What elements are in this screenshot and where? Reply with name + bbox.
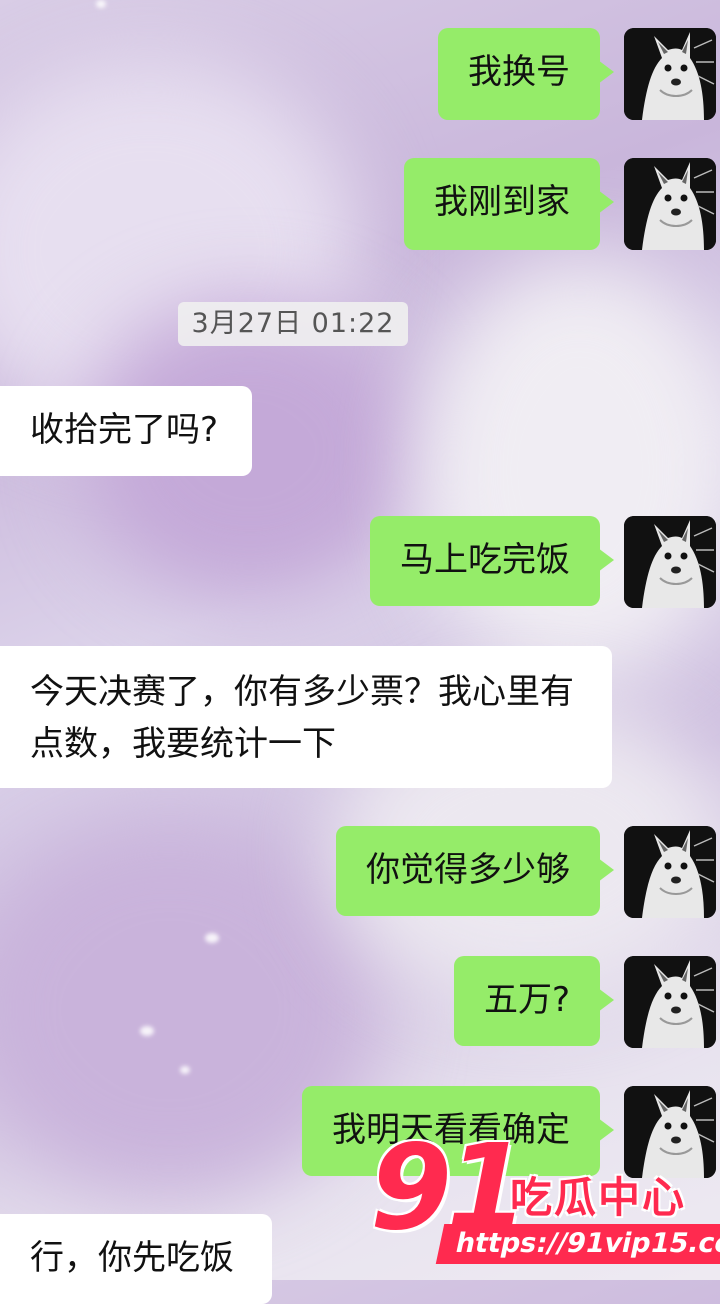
my-avatar[interactable] [624,28,716,120]
watermark-url: https://91vip15.com [435,1224,720,1264]
dog-photo-icon [624,516,716,608]
watermark-site-name: 吃瓜中心 [510,1173,687,1222]
my-message-bubble[interactable]: 你觉得多少够 [336,826,614,916]
my-avatar[interactable] [624,158,716,250]
my-message-bubble[interactable]: 五万? [453,956,615,1046]
dog-photo-icon [624,28,716,120]
dog-photo-icon [624,956,716,1048]
dog-photo-icon [624,826,716,918]
my-message-bubble[interactable]: 我刚到家 [404,158,614,250]
my-avatar[interactable] [624,516,716,608]
my-message-bubble[interactable]: 马上吃完饭 [370,516,614,606]
my-avatar[interactable] [624,956,716,1048]
my-message-bubble[interactable]: 我换号 [438,28,614,120]
watermark: 91 吃瓜中心 https://91vip15.com [370,1128,720,1280]
their-message-bubble[interactable]: 行，你先吃饭 [0,1214,272,1304]
chat-area[interactable]: 我换号 我刚到家 3月27日 01:22 收拾完了吗? 马上吃完饭 今天决赛了，… [0,0,720,1304]
their-message-bubble[interactable]: 收拾完了吗? [0,386,252,476]
timestamp: 3月27日 01:22 [178,302,408,346]
my-avatar[interactable] [624,826,716,918]
dog-photo-icon [624,158,716,250]
their-message-bubble[interactable]: 今天决赛了，你有多少票？我心里有点数，我要统计一下 [0,646,612,788]
